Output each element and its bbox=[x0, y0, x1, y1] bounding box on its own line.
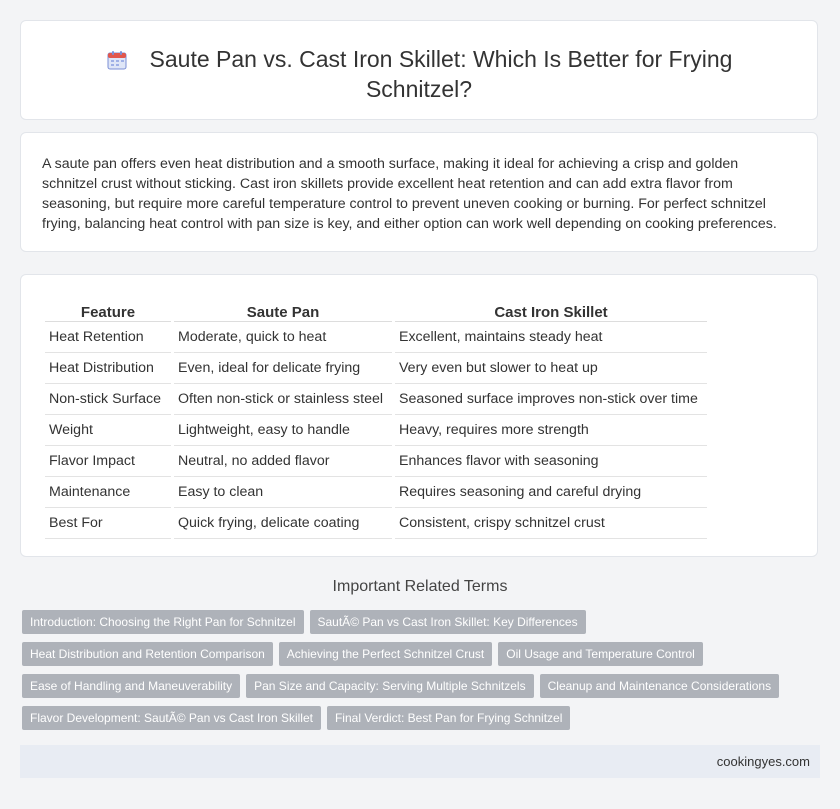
comparison-table: Feature Saute Pan Cast Iron Skillet Heat… bbox=[42, 295, 710, 539]
table-cell: Even, ideal for delicate frying bbox=[174, 353, 392, 384]
table-row: Maintenance Easy to clean Requires seasoni… bbox=[45, 477, 707, 508]
table-row: Weight Lightweight, easy to handle Heavy, … bbox=[45, 415, 707, 446]
table-cell: Requires seasoning and careful drying bbox=[395, 477, 707, 508]
table-cell: Neutral, no added flavor bbox=[174, 446, 392, 477]
summary-card: A saute pan offers even heat distributio… bbox=[20, 132, 818, 252]
table-cell: Seasoned surface improves non-stick over… bbox=[395, 384, 707, 415]
comparison-card: Feature Saute Pan Cast Iron Skillet Heat… bbox=[20, 274, 818, 557]
table-cell: Non-stick Surface bbox=[45, 384, 171, 415]
related-term-tag[interactable]: Cleanup and Maintenance Considerations bbox=[539, 674, 780, 698]
column-header: Feature bbox=[45, 295, 171, 322]
related-terms-list: Introduction: Choosing the Right Pan for… bbox=[22, 610, 812, 738]
table-cell: Quick frying, delicate coating bbox=[174, 508, 392, 539]
table-cell: Weight bbox=[45, 415, 171, 446]
page-title-text: Saute Pan vs. Cast Iron Skillet: Which I… bbox=[149, 46, 733, 102]
footer: cookingyes.com bbox=[20, 745, 820, 778]
related-term-tag[interactable]: Oil Usage and Temperature Control bbox=[498, 642, 703, 666]
table-cell: Heavy, requires more strength bbox=[395, 415, 707, 446]
table-cell: Easy to clean bbox=[174, 477, 392, 508]
related-term-tag[interactable]: Flavor Development: SautÃ© Pan vs Cast I… bbox=[22, 706, 321, 730]
table-row: Heat Distribution Even, ideal for delicat… bbox=[45, 353, 707, 384]
related-term-tag[interactable]: Heat Distribution and Retention Comparis… bbox=[22, 642, 273, 666]
calendar-icon bbox=[107, 51, 127, 70]
column-header: Cast Iron Skillet bbox=[395, 295, 707, 322]
table-row: Flavor Impact Neutral, no added flavor Enh… bbox=[45, 446, 707, 477]
related-terms-heading: Important Related Terms bbox=[332, 578, 508, 595]
page-title: Saute Pan vs. Cast Iron Skillet: Which I… bbox=[69, 44, 769, 104]
table-cell: Heat Retention bbox=[45, 322, 171, 353]
table-row: Non-stick Surface Often non-stick or stai… bbox=[45, 384, 707, 415]
related-term-tag[interactable]: SautÃ© Pan vs Cast Iron Skillet: Key Dif… bbox=[309, 610, 586, 634]
table-header-row: Feature Saute Pan Cast Iron Skillet bbox=[45, 295, 707, 322]
related-term-tag[interactable]: Introduction: Choosing the Right Pan for… bbox=[22, 610, 304, 634]
table-cell: Lightweight, easy to handle bbox=[174, 415, 392, 446]
related-term-tag[interactable]: Achieving the Perfect Schnitzel Crust bbox=[278, 642, 493, 666]
table-cell: Consistent, crispy schnitzel crust bbox=[395, 508, 707, 539]
table-cell: Excellent, maintains steady heat bbox=[395, 322, 707, 353]
related-term-tag[interactable]: Final Verdict: Best Pan for Frying Schni… bbox=[326, 706, 571, 730]
related-term-tag[interactable]: Ease of Handling and Maneuverability bbox=[22, 674, 241, 698]
table-cell: Best For bbox=[45, 508, 171, 539]
table-row: Best For Quick frying, delicate coating Co… bbox=[45, 508, 707, 539]
column-header: Saute Pan bbox=[174, 295, 392, 322]
summary-text: A saute pan offers even heat distributio… bbox=[42, 156, 777, 232]
table-cell: Often non-stick or stainless steel bbox=[174, 384, 392, 415]
table-cell: Very even but slower to heat up bbox=[395, 353, 707, 384]
table-cell: Enhances flavor with seasoning bbox=[395, 446, 707, 477]
footer-site[interactable]: cookingyes.com bbox=[717, 754, 810, 769]
related-term-tag[interactable]: Pan Size and Capacity: Serving Multiple … bbox=[246, 674, 534, 698]
table-cell: Flavor Impact bbox=[45, 446, 171, 477]
table-cell: Heat Distribution bbox=[45, 353, 171, 384]
table-cell: Maintenance bbox=[45, 477, 171, 508]
table-cell: Moderate, quick to heat bbox=[174, 322, 392, 353]
header-card: Saute Pan vs. Cast Iron Skillet: Which I… bbox=[20, 20, 818, 120]
table-row: Heat Retention Moderate, quick to heat Exc… bbox=[45, 322, 707, 353]
